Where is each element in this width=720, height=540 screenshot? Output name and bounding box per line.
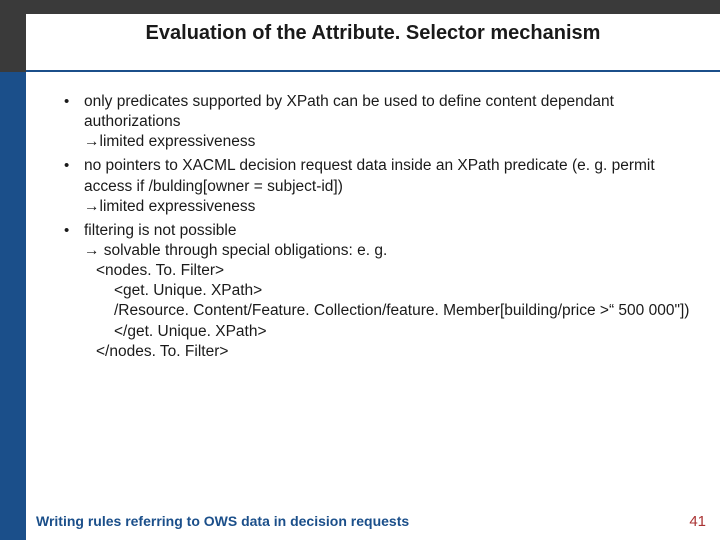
top-band <box>0 0 720 14</box>
code-line-5: </nodes. To. Filter> <box>84 342 698 362</box>
code-line-1: <nodes. To. Filter> <box>84 261 698 281</box>
bullet-3-arrow: → solvable through special obligations: … <box>84 241 698 261</box>
bullet-2-arrow: →limited expressiveness <box>84 197 698 217</box>
bullet-3-text: filtering is not possible <box>84 222 237 239</box>
bullet-1: only predicates supported by XPath can b… <box>58 92 698 152</box>
slide-title: Evaluation of the Attribute. Selector me… <box>26 22 720 45</box>
code-line-3: /Resource. Content/Feature. Collection/f… <box>84 301 698 321</box>
slide: Evaluation of the Attribute. Selector me… <box>0 0 720 540</box>
footer-text: Writing rules referring to OWS data in d… <box>36 513 409 529</box>
left-bar <box>0 0 26 540</box>
left-bar-top <box>0 0 26 72</box>
bullet-3: filtering is not possible → solvable thr… <box>58 221 698 362</box>
bullet-1-arrow: →limited expressiveness <box>84 132 698 152</box>
page-number: 41 <box>689 513 706 530</box>
bullet-1-text: only predicates supported by XPath can b… <box>84 93 614 130</box>
title-underline <box>26 70 720 72</box>
code-line-2: <get. Unique. XPath> <box>84 281 698 301</box>
bullet-2: no pointers to XACML decision request da… <box>58 156 698 216</box>
slide-content: only predicates supported by XPath can b… <box>58 92 698 366</box>
code-line-4: </get. Unique. XPath> <box>84 322 698 342</box>
footer: Writing rules referring to OWS data in d… <box>36 513 706 530</box>
bullet-2-text: no pointers to XACML decision request da… <box>84 157 655 194</box>
